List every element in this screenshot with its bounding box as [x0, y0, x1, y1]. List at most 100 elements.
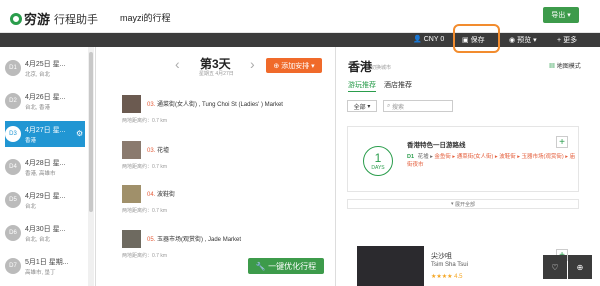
- poi-number: 03.: [147, 102, 156, 108]
- expand-all-button[interactable]: ▾ 展开全部: [347, 199, 579, 209]
- person-icon: 👤: [413, 36, 422, 43]
- export-button[interactable]: 导出 ▾: [543, 7, 579, 23]
- heart-icon: ♡: [551, 262, 559, 272]
- day-date: 4月28日 星...: [25, 159, 66, 167]
- day-places: 台北, 香港: [25, 104, 51, 111]
- day-date: 4月27日 星...: [25, 126, 66, 134]
- next-day-arrow[interactable]: ›: [250, 56, 255, 72]
- day-number: D5: [5, 192, 21, 208]
- logo[interactable]: 穷游 行程助手: [10, 9, 98, 28]
- poi-number: 05.: [147, 237, 156, 243]
- map-mode-label: 地图模式: [556, 64, 581, 70]
- chevron-down-icon: ▾: [533, 37, 537, 44]
- day-places: 台北, 台北: [25, 236, 51, 243]
- currency-label: CNY 0: [423, 35, 445, 43]
- add-arrangement-button[interactable]: ⊕ 添加安排 ▾: [266, 58, 322, 73]
- divider: [95, 47, 96, 286]
- poi-name-text: 波鞋街: [157, 192, 176, 198]
- poi-number: 03.: [147, 148, 156, 154]
- poi-name-text: 玉器市场(观赏街) , Jade Market: [157, 237, 242, 243]
- days-count: 1: [374, 151, 382, 165]
- day-item-6[interactable]: D6 4月30日 星... 台北, 台北: [5, 220, 85, 246]
- poi-name: 05. 玉器市场(观赏街) , Jade Market: [147, 234, 241, 243]
- map-mode-button[interactable]: ▦ 地图模式: [549, 61, 581, 70]
- prev-day-arrow[interactable]: ‹: [175, 56, 180, 72]
- poi-item[interactable]: 04. 波鞋街 两地距离约：0.7 km: [122, 185, 322, 217]
- day-item-7[interactable]: D7 5月1日 星期... 高雄市, 垦丁: [5, 253, 85, 279]
- logo-subtitle: 行程助手: [54, 13, 99, 26]
- logo-icon: [10, 12, 22, 25]
- logo-text: 穷游: [24, 12, 51, 27]
- poi-item[interactable]: 03. 通菜街(女人街) , Tung Choi St (Ladies' ) M…: [122, 95, 322, 127]
- search-icon: ⌕: [387, 102, 391, 109]
- export-label: 导出: [551, 12, 566, 19]
- day-date: 4月29日 星...: [25, 192, 66, 200]
- category-filter-select[interactable]: 全部 ▾: [347, 100, 377, 112]
- add-icon: ⊕: [273, 62, 280, 70]
- day-number: D6: [5, 225, 21, 241]
- preview-label: 预览: [517, 37, 532, 44]
- poi-item[interactable]: 03. 花墟 两地距离约：0.7 km: [122, 141, 322, 173]
- add-arrangement-label: 添加安排: [281, 62, 310, 70]
- trip-title: mayzi的行程: [120, 13, 171, 23]
- route-title: 香港特色一日游路线: [407, 142, 466, 149]
- day-item-1[interactable]: D1 4月25日 星... 北京, 台北: [5, 55, 85, 81]
- day-date: 4月25日 星...: [25, 60, 66, 68]
- poi-name-text: 花墟: [157, 148, 170, 154]
- day-places: 高雄市, 垦丁: [25, 269, 56, 276]
- currency-button[interactable]: 👤 CNY 0: [413, 35, 445, 44]
- route-path-prefix: 花墟 ▸: [417, 154, 435, 160]
- optimize-itinerary-button[interactable]: 🔧 一键优化行程: [248, 258, 324, 274]
- day-item-3[interactable]: D3 4月27日 星... 香港 ⚙: [5, 121, 85, 147]
- plus-icon: +: [557, 36, 562, 44]
- day-item-2[interactable]: D2 4月26日 星... 台北, 香港: [5, 88, 85, 114]
- day-date: 4月26日 星...: [25, 93, 66, 101]
- more-button[interactable]: + 更多: [557, 35, 577, 45]
- day-places: 北京, 台北: [25, 71, 51, 78]
- day-number: D7: [5, 258, 21, 274]
- poi-thumbnail: [122, 95, 141, 113]
- expand-label: 展开全部: [454, 201, 475, 208]
- preview-button[interactable]: ◉ 预览 ▾: [509, 35, 537, 45]
- search-input[interactable]: ⌕ 搜索: [383, 100, 453, 112]
- day-item-4[interactable]: D4 4月28日 星... 香港, 高雄市: [5, 154, 85, 180]
- day-places: 台北: [25, 203, 37, 210]
- day-list-scroll-thumb[interactable]: [89, 52, 93, 212]
- favorite-button[interactable]: ♡: [543, 255, 567, 279]
- route-path: D1 花墟 ▸ 金鱼街 ▸ 通菜街(女人街) ▸ 波鞋街 ▸ 玉器市场(观赏街)…: [407, 153, 575, 169]
- route-day-tag: D1: [407, 154, 415, 160]
- toolbar: 👤 CNY 0 ▣ 保存 ◉ 预览 ▾ + 更多: [0, 33, 600, 47]
- day-number: D4: [5, 159, 21, 175]
- optimize-label: 一键优化行程: [268, 261, 317, 271]
- days-label: DAYS: [371, 165, 385, 171]
- eye-icon: ◉: [509, 37, 516, 44]
- divider: [335, 47, 336, 286]
- poi-name: 04. 波鞋街: [147, 189, 175, 198]
- poi-name: 尖沙咀: [431, 253, 452, 260]
- zoom-in-icon: ⊕: [576, 262, 584, 272]
- tab-hotel[interactable]: 酒店推荐: [384, 80, 412, 90]
- poi-distance: 两地距离约：0.7 km: [122, 164, 168, 170]
- poi-number: 04.: [147, 192, 156, 198]
- poi-distance: 两地距离约：0.7 km: [122, 208, 168, 214]
- day-places: 香港, 高雄市: [25, 170, 56, 177]
- poi-thumbnail: [122, 230, 141, 248]
- poi-english-name: Tsim Sha Tsui: [431, 262, 468, 268]
- city-name: 香港: [348, 60, 373, 74]
- gear-icon[interactable]: ⚙: [76, 129, 83, 138]
- wand-icon: 🔧: [255, 261, 266, 271]
- poi-name-text: 通菜街(女人街) , Tung Choi St (Ladies' ) Marke…: [157, 102, 283, 108]
- zoom-button[interactable]: ⊕: [568, 255, 592, 279]
- add-route-button[interactable]: +: [556, 136, 568, 148]
- poi-distance: 两地距离约：0.7 km: [122, 253, 168, 259]
- day-list: D1 4月25日 星... 北京, 台北 D2 4月26日 星... 台北, 香港 …: [0, 47, 90, 286]
- tab-play[interactable]: 游玩推荐: [348, 80, 376, 92]
- day-item-5[interactable]: D5 4月29日 星... 台北: [5, 187, 85, 213]
- filter-label: 全部: [353, 104, 366, 111]
- day-places: 香港: [25, 137, 37, 144]
- day-number: D1: [5, 60, 21, 76]
- switch-city-link[interactable]: 切换城市: [371, 64, 391, 71]
- poi-thumbnail: [122, 141, 141, 159]
- poi-name: 03. 花墟: [147, 145, 169, 154]
- poi-thumbnail: [122, 185, 141, 203]
